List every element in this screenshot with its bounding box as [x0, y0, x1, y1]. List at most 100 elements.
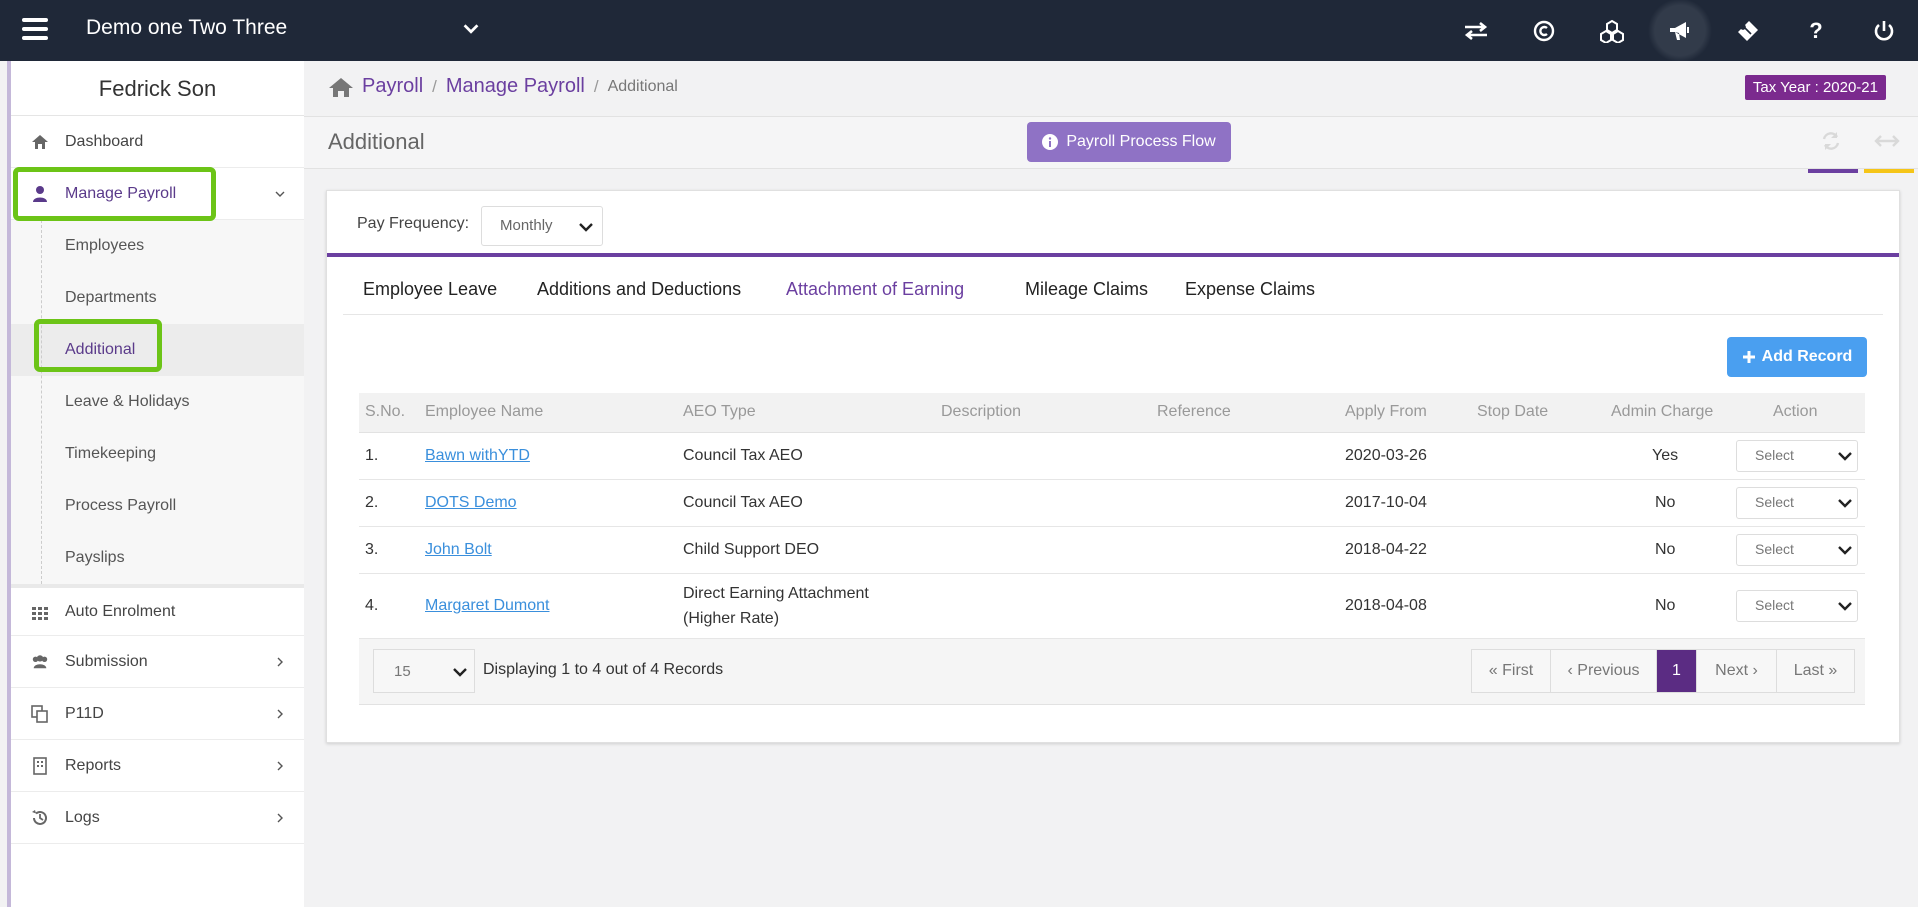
chevron-down-icon: [1838, 546, 1852, 555]
double-chevron-right-icon: »: [1823, 662, 1838, 679]
sidebar-item-reports[interactable]: Reports: [11, 740, 304, 792]
sidebar-item-auto-enrolment[interactable]: Auto Enrolment: [11, 584, 304, 636]
sidebar: Fedrick Son Dashboard Manage Payroll Emp…: [7, 61, 304, 907]
employee-link[interactable]: DOTS Demo: [425, 494, 517, 512]
employee-link[interactable]: Margaret Dumont: [425, 597, 550, 615]
cell-admin-charge: No: [1655, 494, 1676, 511]
action-select-value: Select: [1755, 447, 1794, 463]
home-icon: [32, 135, 48, 149]
ticket-icon[interactable]: [1714, 0, 1782, 61]
building-icon: [33, 757, 47, 775]
chevron-right-icon: [277, 813, 283, 823]
transfer-icon[interactable]: [1442, 0, 1510, 61]
employee-link[interactable]: John Bolt: [425, 541, 492, 559]
previous-page-button[interactable]: ‹ Previous: [1550, 650, 1656, 692]
sidebar-item-label: Submission: [65, 652, 148, 670]
chevron-down-icon[interactable]: [460, 18, 482, 40]
breadcrumb-payroll[interactable]: Payroll: [362, 75, 423, 98]
employee-link[interactable]: Bawn withYTD: [425, 447, 530, 465]
sidebar-item-logs[interactable]: Logs: [11, 792, 304, 844]
header-sno: S.No.: [365, 403, 406, 420]
pay-frequency-value: Monthly: [500, 217, 553, 234]
cubes-icon[interactable]: [1578, 0, 1646, 61]
power-icon[interactable]: [1850, 0, 1918, 61]
sidebar-item-dashboard[interactable]: Dashboard: [11, 116, 304, 168]
header-admin-charge: Admin Charge: [1611, 403, 1714, 420]
chevron-down-icon: [579, 223, 593, 232]
table-row: 2. DOTS Demo Council Tax AEO 2017-10-04 …: [359, 480, 1865, 527]
cell-aeo-type: Child Support DEO: [683, 541, 820, 558]
grid-icon: [32, 607, 48, 620]
sidebar-item-label: Manage Payroll: [65, 184, 177, 202]
megaphone-icon[interactable]: [1646, 0, 1714, 61]
plus-icon: [1742, 351, 1755, 363]
page-header: Additional Payroll Process Flow: [304, 117, 1918, 173]
breadcrumb-manage-payroll[interactable]: Manage Payroll: [446, 75, 585, 98]
action-select[interactable]: Select: [1736, 590, 1858, 622]
table-row: 4. Margaret Dumont Direct Earning Attach…: [359, 574, 1865, 639]
tab-expense-claims[interactable]: Expense Claims: [1185, 279, 1315, 300]
sidebar-subitem-additional[interactable]: Additional: [11, 324, 304, 376]
refresh-icon[interactable]: [1818, 130, 1844, 156]
chevron-down-icon: [453, 668, 467, 677]
action-select[interactable]: Select: [1736, 440, 1858, 472]
next-page-button[interactable]: Next ›: [1696, 650, 1776, 692]
cell-sno: 2.: [365, 494, 379, 511]
chevron-down-icon: [1838, 602, 1852, 611]
pay-frequency-select[interactable]: Monthly: [481, 206, 603, 246]
cell-apply-from: 2018-04-22: [1345, 541, 1427, 558]
manage-payroll-submenu: Employees Departments Additional Leave &…: [11, 220, 304, 584]
first-page-button[interactable]: « First: [1472, 650, 1550, 692]
tab-attachment-of-earning[interactable]: Attachment of Earning: [786, 279, 964, 300]
help-icon[interactable]: ?: [1782, 0, 1850, 61]
payroll-process-flow-button[interactable]: Payroll Process Flow: [1027, 122, 1231, 162]
last-page-button[interactable]: Last »: [1776, 650, 1854, 692]
chevron-right-icon: [277, 657, 283, 667]
chevron-right-icon: [277, 761, 283, 771]
sidebar-item-label: Reports: [65, 756, 122, 774]
page-number-button[interactable]: 1: [1656, 650, 1696, 692]
cell-admin-charge: No: [1655, 597, 1676, 614]
copyright-icon[interactable]: [1510, 0, 1578, 61]
sidebar-subitem-payslips[interactable]: Payslips: [11, 532, 304, 584]
hamburger-menu-icon[interactable]: [22, 18, 48, 42]
sidebar-subitem-departments[interactable]: Departments: [11, 272, 304, 324]
sidebar-item-p11d[interactable]: P11D: [11, 688, 304, 740]
sidebar-item-label: Logs: [65, 808, 100, 826]
breadcrumb-separator: /: [593, 76, 599, 96]
sidebar-item-submission[interactable]: Submission: [11, 636, 304, 688]
user-icon: [33, 186, 47, 202]
action-select[interactable]: Select: [1736, 534, 1858, 566]
payroll-process-flow-label: Payroll Process Flow: [1066, 133, 1216, 150]
breadcrumb-current: Additional: [607, 77, 678, 95]
chevron-down-icon: [1838, 452, 1852, 461]
tab-additions-deductions[interactable]: Additions and Deductions: [537, 279, 741, 300]
header-apply-from: Apply From: [1345, 403, 1427, 420]
sidebar-subitem-employees[interactable]: Employees: [11, 220, 304, 272]
copy-icon: [31, 705, 48, 723]
last-page-label: Last: [1793, 662, 1824, 679]
aeo-table: S.No. Employee Name AEO Type Description…: [359, 393, 1865, 705]
sidebar-item-manage-payroll[interactable]: Manage Payroll: [11, 168, 304, 220]
company-name[interactable]: Demo one Two Three: [86, 16, 287, 40]
sidebar-subitem-process-payroll[interactable]: Process Payroll: [11, 480, 304, 532]
sidebar-item-label: Auto Enrolment: [65, 602, 176, 620]
action-select-value: Select: [1755, 541, 1794, 557]
add-record-button[interactable]: Add Record: [1727, 337, 1867, 377]
tab-employee-leave[interactable]: Employee Leave: [363, 279, 497, 300]
history-icon: [32, 810, 47, 825]
action-select[interactable]: Select: [1736, 487, 1858, 519]
records-summary: Displaying 1 to 4 out of 4 Records: [483, 661, 724, 678]
cell-sno: 4.: [365, 597, 379, 614]
header-employee-name: Employee Name: [425, 403, 544, 420]
pagination: « First ‹ Previous 1 Next › Last »: [1471, 649, 1855, 693]
cell-apply-from: 2017-10-04: [1345, 494, 1427, 511]
users-icon: [32, 655, 48, 669]
user-name: Fedrick Son: [11, 61, 304, 116]
page-size-select[interactable]: 15: [373, 649, 475, 693]
expand-icon[interactable]: [1874, 130, 1900, 156]
sidebar-subitem-leave-holidays[interactable]: Leave & Holidays: [11, 376, 304, 428]
sidebar-subitem-timekeeping[interactable]: Timekeeping: [11, 428, 304, 480]
home-icon[interactable]: [328, 76, 354, 98]
tab-mileage-claims[interactable]: Mileage Claims: [1025, 279, 1148, 300]
